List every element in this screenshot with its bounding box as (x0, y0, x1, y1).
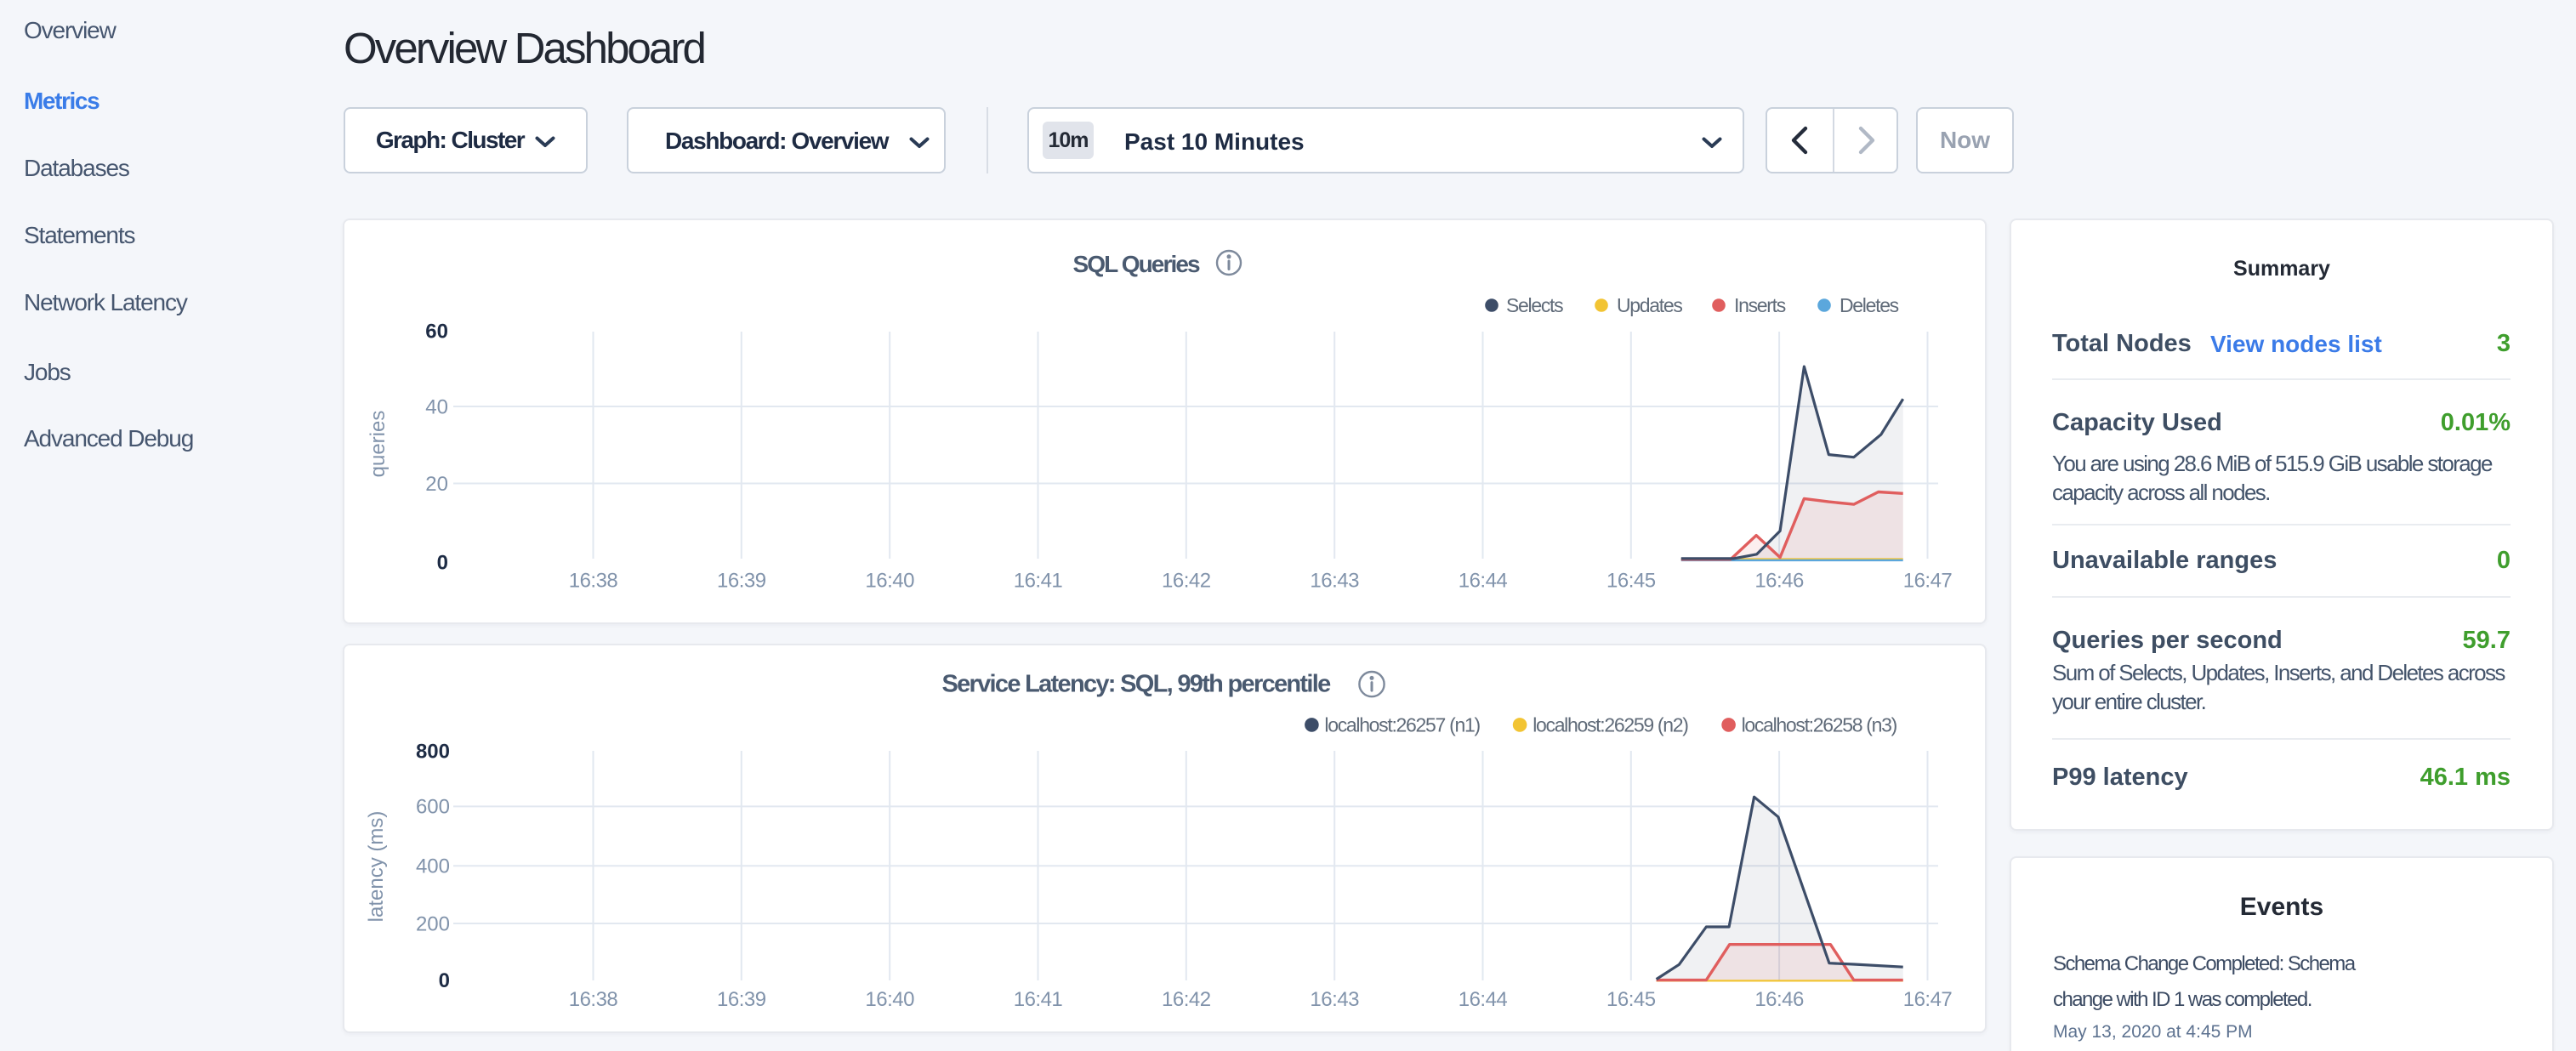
svg-text:0: 0 (437, 552, 448, 575)
svg-text:16:43: 16:43 (1310, 569, 1359, 592)
svg-text:16:43: 16:43 (1310, 988, 1359, 1011)
svg-text:localhost:26257 (n1): localhost:26257 (n1) (1324, 714, 1480, 736)
svg-text:16:42: 16:42 (1162, 988, 1211, 1011)
svg-text:latency (ms): latency (ms) (365, 811, 388, 923)
svg-text:40: 40 (425, 395, 448, 418)
svg-text:localhost:26259 (n2): localhost:26259 (n2) (1533, 714, 1688, 736)
svg-text:16:44: 16:44 (1459, 569, 1508, 592)
svg-text:20: 20 (425, 473, 448, 496)
svg-text:200: 200 (416, 912, 450, 935)
svg-text:400: 400 (416, 855, 450, 878)
svg-text:60: 60 (425, 320, 448, 343)
svg-text:Inserts: Inserts (1734, 294, 1786, 316)
svg-text:16:42: 16:42 (1162, 569, 1211, 592)
svg-text:16:41: 16:41 (1014, 569, 1063, 592)
svg-text:0: 0 (439, 969, 450, 992)
svg-text:16:39: 16:39 (717, 988, 766, 1011)
svg-text:16:46: 16:46 (1754, 988, 1804, 1011)
svg-text:16:45: 16:45 (1606, 569, 1656, 592)
svg-text:16:38: 16:38 (569, 988, 618, 1011)
svg-text:queries: queries (367, 411, 390, 478)
svg-text:Service Latency: SQL, 99th per: Service Latency: SQL, 99th percentile (941, 671, 1331, 698)
svg-text:localhost:26258 (n3): localhost:26258 (n3) (1742, 714, 1897, 736)
svg-text:16:41: 16:41 (1014, 988, 1063, 1011)
svg-text:Selects: Selects (1506, 294, 1563, 316)
svg-text:800: 800 (416, 740, 450, 763)
svg-text:600: 600 (416, 796, 450, 819)
svg-text:16:44: 16:44 (1459, 988, 1508, 1011)
svg-text:16:47: 16:47 (1903, 569, 1953, 592)
svg-text:16:46: 16:46 (1754, 569, 1804, 592)
svg-text:16:39: 16:39 (717, 569, 766, 592)
svg-text:16:40: 16:40 (865, 988, 914, 1011)
svg-text:Deletes: Deletes (1840, 294, 1899, 316)
svg-text:16:47: 16:47 (1903, 988, 1953, 1011)
svg-text:16:38: 16:38 (569, 569, 618, 592)
svg-text:SQL Queries: SQL Queries (1072, 251, 1200, 277)
svg-text:16:45: 16:45 (1606, 988, 1656, 1011)
svg-text:Updates: Updates (1617, 294, 1682, 316)
svg-text:16:40: 16:40 (865, 569, 914, 592)
